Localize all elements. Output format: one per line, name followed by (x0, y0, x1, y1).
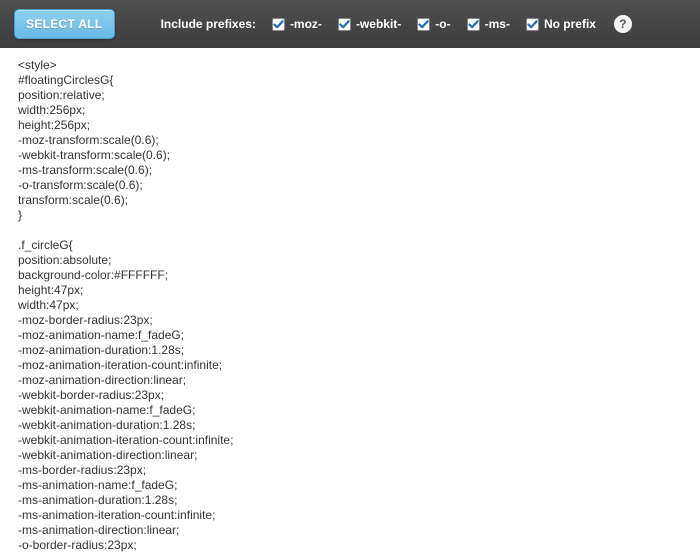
checkbox-label: -webkit- (356, 17, 401, 31)
code-output[interactable]: <style> #floatingCirclesG{ position:rela… (0, 48, 700, 553)
checkbox-icon (338, 18, 351, 31)
toolbar: SELECT ALL Include prefixes: -moz- -webk… (0, 0, 700, 48)
checkbox-label: -ms- (485, 17, 510, 31)
checkbox-webkit[interactable]: -webkit- (338, 17, 401, 31)
checkbox-ms[interactable]: -ms- (467, 17, 510, 31)
checkbox-no-prefix[interactable]: No prefix (526, 17, 596, 31)
help-button[interactable]: ? (614, 15, 632, 33)
checkbox-moz[interactable]: -moz- (272, 17, 322, 31)
checkbox-label: -o- (435, 17, 450, 31)
checkbox-icon (417, 18, 430, 31)
checkbox-icon (526, 18, 539, 31)
checkbox-label: No prefix (544, 17, 596, 31)
select-all-button[interactable]: SELECT ALL (14, 9, 115, 39)
checkbox-icon (272, 18, 285, 31)
include-prefixes-label: Include prefixes: (161, 17, 256, 31)
checkbox-o[interactable]: -o- (417, 17, 450, 31)
checkbox-icon (467, 18, 480, 31)
checkbox-label: -moz- (290, 17, 322, 31)
